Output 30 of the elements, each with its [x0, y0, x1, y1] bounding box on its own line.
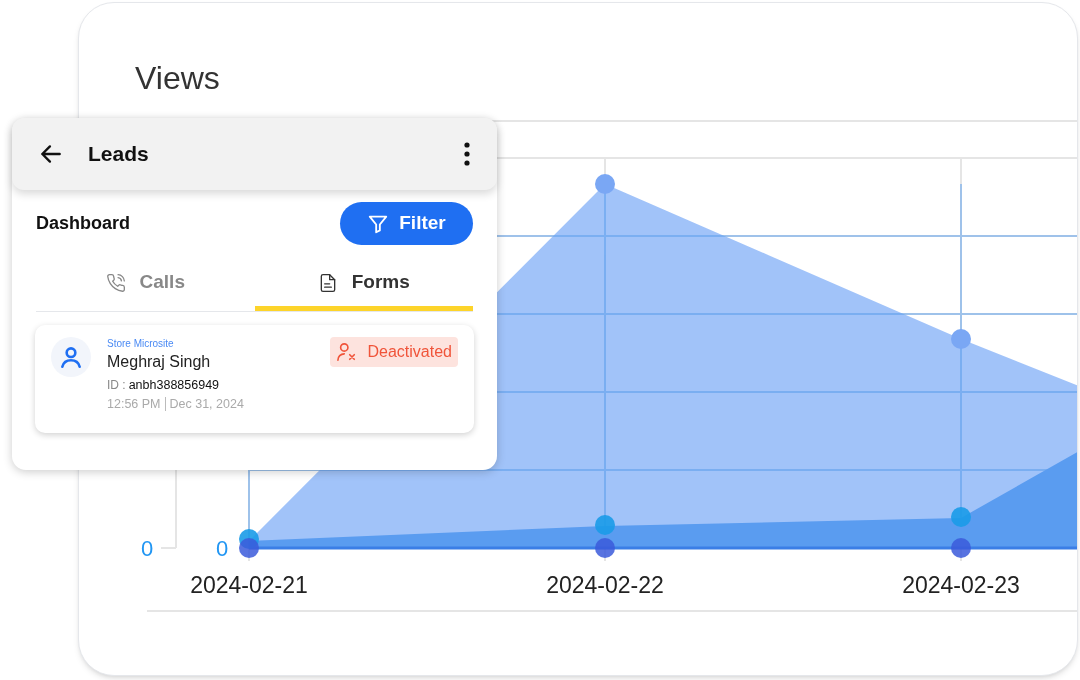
data-point: [239, 538, 259, 558]
data-point: [595, 515, 615, 535]
axis-date-label: 2024-02-22: [546, 572, 664, 598]
lead-name: Meghraj Singh: [107, 352, 212, 372]
data-point: [951, 538, 971, 558]
person-icon: [58, 344, 84, 370]
more-options-icon[interactable]: [463, 141, 471, 167]
person-remove-icon: [335, 342, 358, 362]
data-point: [951, 507, 971, 527]
id-label: ID :: [107, 377, 126, 394]
section-title: Dashboard: [36, 212, 131, 235]
phone-icon: [105, 272, 126, 293]
axis-tick-label: 0: [140, 536, 154, 561]
data-point: [595, 174, 615, 194]
tab[interactable]: Forms: [254, 259, 473, 311]
data-point: [595, 538, 615, 558]
data-point: [951, 329, 971, 349]
axis-tick-label: 0: [215, 536, 229, 561]
filter-button[interactable]: Filter: [340, 202, 473, 245]
lead-date: Dec 31, 2024: [169, 395, 244, 413]
lead-time: 12:56 PM: [107, 395, 161, 413]
app-bar-title: Leads: [88, 141, 149, 168]
lead-card[interactable]: Store Microsite Meghraj Singh ID : anbh388856949 12:56 PM Dec 31, 2024 Deactivated: [35, 325, 474, 433]
lead-id: anbh388856949: [128, 377, 220, 394]
chart-title: Views: [135, 59, 220, 98]
status-text: Deactivated: [367, 342, 452, 362]
axis-date-label: 2024-02-21: [190, 572, 308, 598]
lead-source: Store Microsite: [107, 337, 175, 351]
tab[interactable]: Calls: [36, 259, 255, 311]
axis-date-label: 2024-02-23: [902, 572, 1020, 598]
